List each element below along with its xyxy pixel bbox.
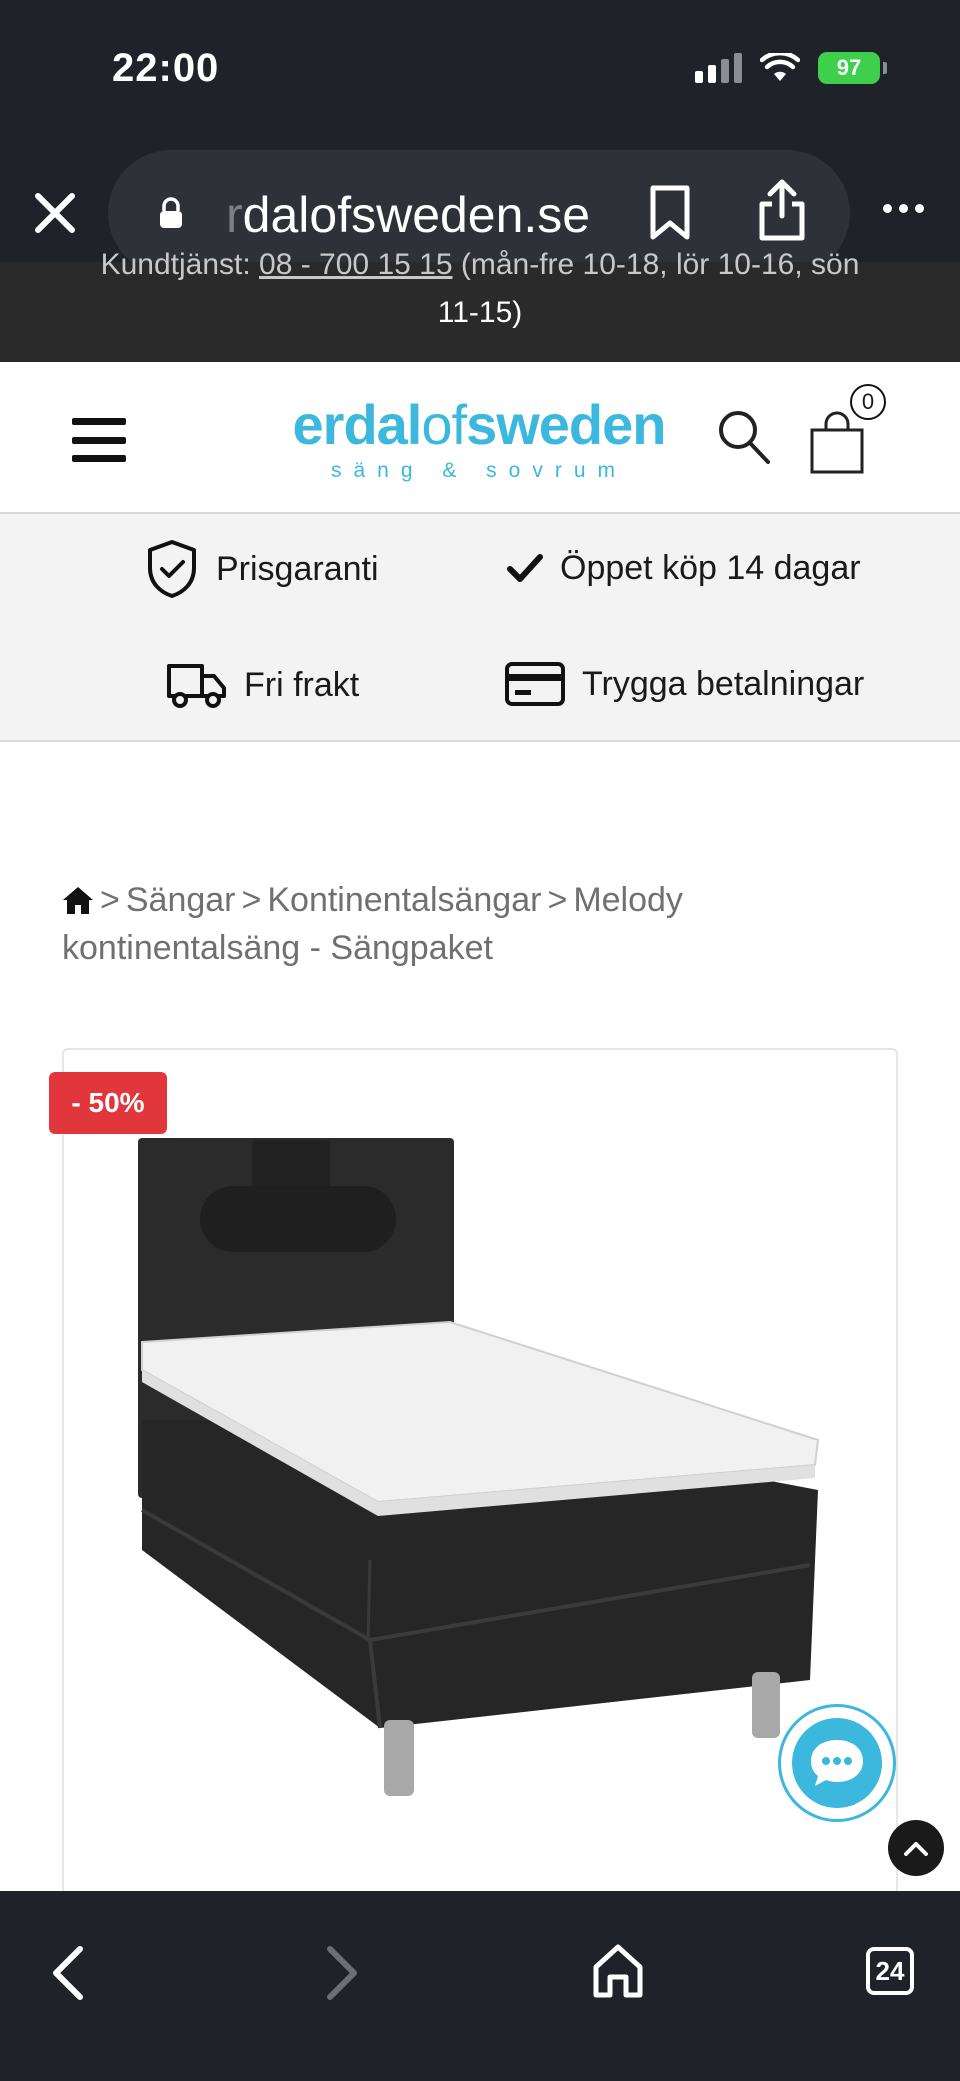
usp-label: Trygga betalningar bbox=[582, 664, 865, 703]
breadcrumb: > Sängar > Kontinentalsängar > Melody kontine… bbox=[62, 876, 922, 972]
opening-hours-line-2: 11-15) bbox=[437, 296, 523, 329]
wifi-icon bbox=[760, 53, 800, 81]
usp-label: Prisgaranti bbox=[216, 549, 379, 588]
url-domain: dalofsweden.se bbox=[242, 187, 591, 243]
chat-button[interactable] bbox=[778, 1704, 896, 1822]
forward-arrow-icon[interactable] bbox=[320, 1945, 364, 2001]
checkmark-icon bbox=[507, 554, 543, 582]
status-icons: 97 bbox=[695, 52, 887, 84]
browser-toolbar: 24 bbox=[0, 1891, 960, 2081]
opening-hours: (mån-fre 10-18, lör 10-16, sön bbox=[452, 248, 860, 281]
home-icon[interactable] bbox=[590, 1941, 646, 2001]
usp-label: Öppet köp 14 dagar bbox=[560, 548, 861, 587]
usp-bar: Prisgaranti Öppet köp 14 dagar Fri frakt… bbox=[0, 514, 960, 742]
breadcrumb-separator: > bbox=[547, 881, 568, 919]
logo-tagline: säng & sovrum bbox=[330, 459, 628, 482]
back-arrow-icon[interactable] bbox=[46, 1945, 90, 2001]
usp-price-guarantee: Prisgaranti bbox=[144, 538, 379, 600]
battery-indicator: 97 bbox=[818, 52, 887, 84]
share-icon[interactable] bbox=[754, 176, 810, 244]
search-icon[interactable] bbox=[716, 408, 772, 466]
chat-bubble-icon bbox=[811, 1740, 863, 1786]
browser-chrome: 22:00 97 rdalofsweden.se bbox=[0, 0, 960, 282]
home-icon[interactable] bbox=[62, 885, 94, 915]
usp-secure-payments: Trygga betalningar bbox=[504, 660, 864, 708]
close-icon[interactable] bbox=[26, 184, 84, 242]
cart-count-badge: 0 bbox=[850, 384, 886, 420]
cellular-signal-icon bbox=[695, 53, 742, 83]
usp-free-shipping: Fri frakt bbox=[166, 660, 359, 710]
site-logo[interactable]: erdalofsweden säng & sovrum bbox=[284, 392, 674, 483]
truck-icon bbox=[167, 664, 226, 708]
shopping-bag-icon[interactable] bbox=[808, 410, 866, 476]
breadcrumb-item-sangar[interactable]: Sängar bbox=[126, 881, 236, 919]
battery-level: 97 bbox=[836, 55, 862, 80]
product-image[interactable] bbox=[120, 1120, 840, 1820]
breadcrumb-separator: > bbox=[100, 881, 120, 919]
customer-service-phone-link[interactable]: 08 - 700 15 15 bbox=[259, 248, 453, 281]
tabs-button[interactable]: 24 bbox=[866, 1947, 914, 1995]
scroll-to-top-button[interactable] bbox=[888, 1820, 944, 1876]
usp-open-purchase: Öppet köp 14 dagar bbox=[506, 548, 861, 588]
status-time: 22:00 bbox=[112, 46, 220, 90]
chevron-up-icon bbox=[904, 1842, 928, 1856]
customer-service-bar: Kundtjänst: 08 - 700 15 15 (mån-fre 10-1… bbox=[0, 248, 960, 362]
breadcrumb-separator: > bbox=[241, 881, 262, 919]
customer-service-line-1: Kundtjänst: 08 - 700 15 15 (mån-fre 10-1… bbox=[0, 248, 960, 282]
breadcrumb-item-kontinentalsangar[interactable]: Kontinentalsängar bbox=[267, 881, 541, 919]
discount-badge: - 50% bbox=[49, 1072, 167, 1134]
shield-check-icon bbox=[148, 540, 196, 598]
bookmark-icon[interactable] bbox=[648, 183, 692, 243]
url-text: rdalofsweden.se bbox=[226, 186, 590, 244]
customer-service-label: Kundtjänst: bbox=[100, 248, 251, 281]
usp-label: Fri frakt bbox=[244, 665, 360, 704]
site-header: erdalofsweden säng & sovrum 0 bbox=[0, 362, 960, 514]
url-faded-part: r bbox=[226, 187, 243, 243]
logo-wordmark: erdalofsweden bbox=[292, 393, 667, 456]
lock-icon bbox=[160, 197, 182, 228]
credit-card-icon bbox=[505, 662, 565, 706]
more-options-icon[interactable] bbox=[883, 204, 924, 213]
menu-icon[interactable] bbox=[72, 418, 126, 462]
